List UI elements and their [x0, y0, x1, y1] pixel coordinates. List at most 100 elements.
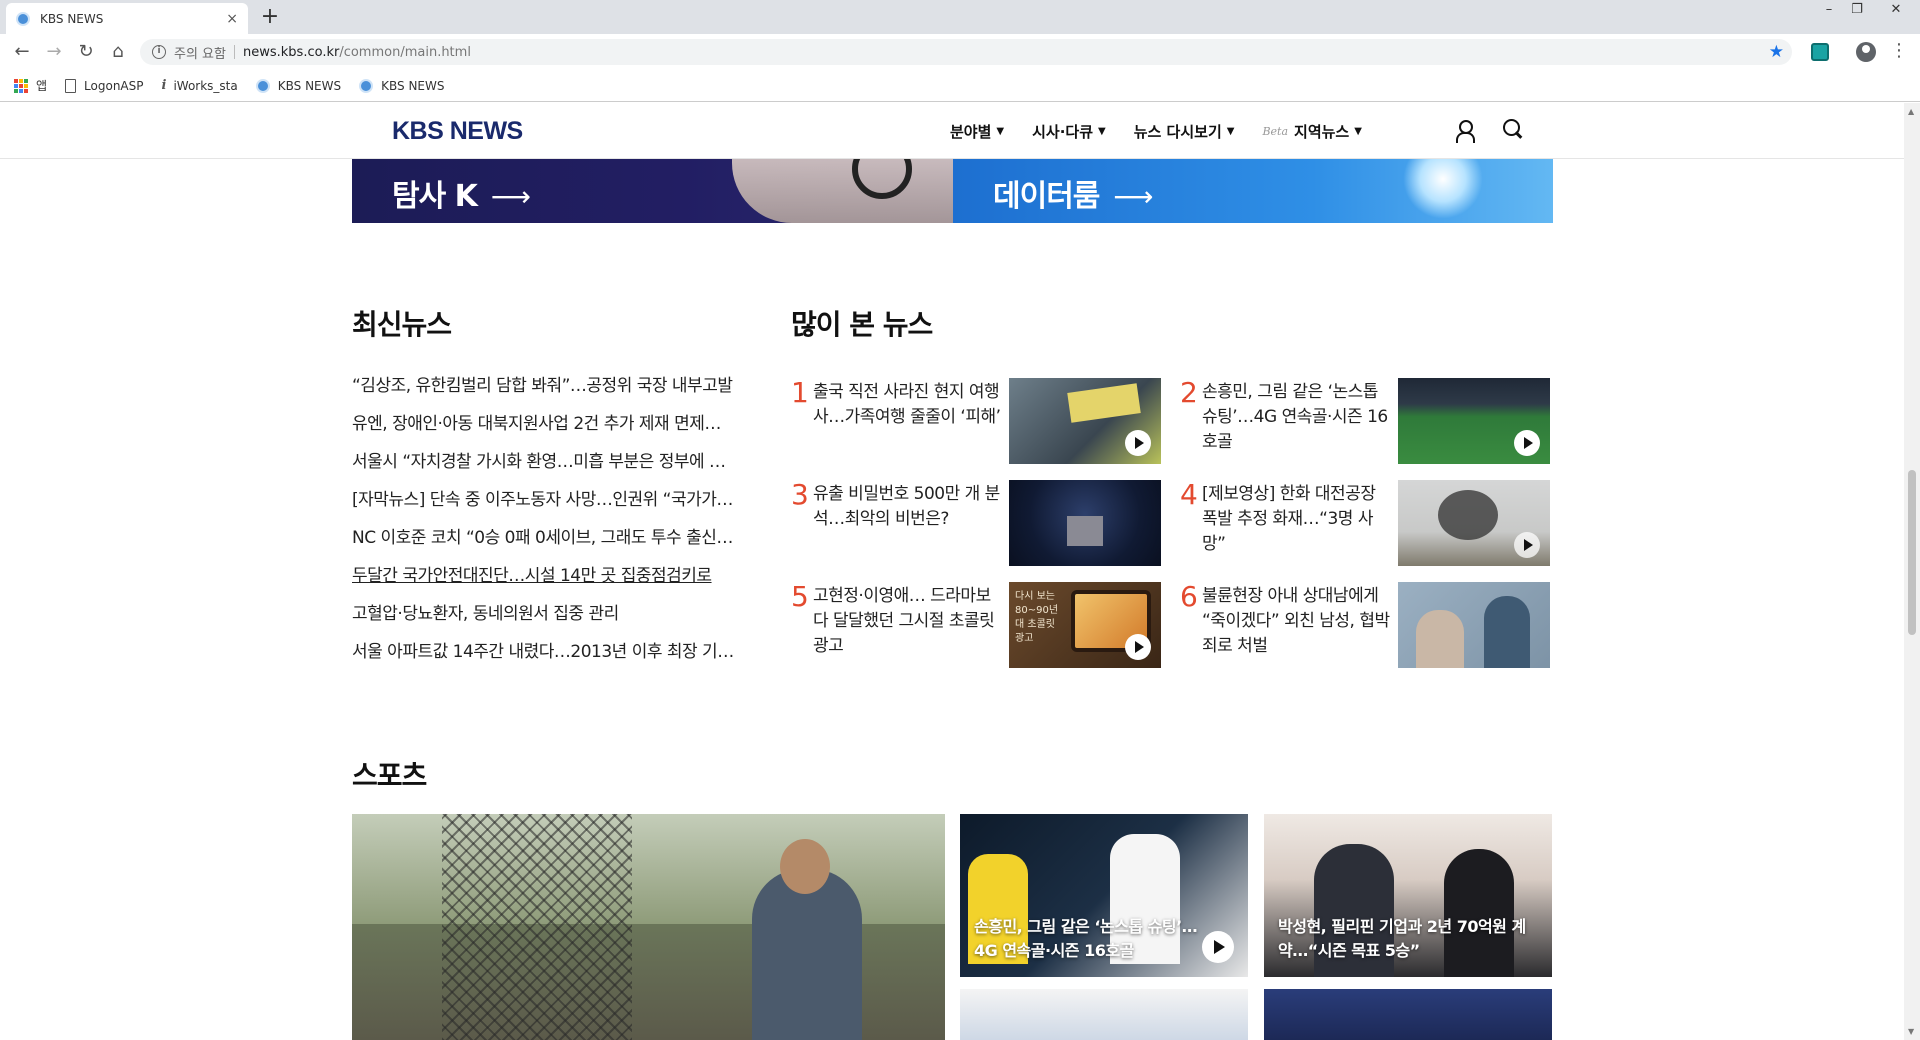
document-icon — [65, 78, 77, 93]
kbs-news-logo[interactable]: KBS NEWS — [392, 117, 523, 146]
headline: 서울시 “자치경찰 가시화 환영…미흡 부분은 정부에 … — [352, 452, 726, 472]
search-icon[interactable] — [1503, 119, 1525, 141]
news-thumbnail[interactable] — [1398, 480, 1550, 566]
phone-screen-image — [1067, 383, 1141, 423]
rank-number: 4 — [1180, 478, 1198, 511]
headline: NC 이호준 코치 “0승 0패 0세이브, 그래도 투수 출신… — [352, 528, 733, 548]
popular-item-3[interactable]: 3 유출 비밀번호 500만 개 분석…최악의 비번은? — [791, 480, 1171, 566]
globe-icon — [255, 78, 270, 93]
beta-badge: Beta — [1262, 125, 1289, 138]
batting-net-image — [442, 814, 632, 1040]
address-bar[interactable]: i 주의 요함 news.kbs.co.kr /common/main.html… — [140, 39, 1792, 65]
sports-card-2[interactable]: 박성현, 필리핀 기업과 2년 70억원 계약…“시즌 목표 5승” — [1264, 814, 1552, 977]
player-head-image — [780, 839, 830, 894]
caret-down-icon: ▼ — [1098, 126, 1106, 137]
news-thumbnail[interactable] — [1398, 378, 1550, 464]
new-tab-button[interactable]: + — [258, 5, 282, 29]
popular-item-5[interactable]: 5 고현정·이영애… 드라마보다 달달했던 그시절 초콜릿 광고 다시 보는 8… — [791, 582, 1171, 668]
play-icon[interactable] — [1202, 931, 1234, 963]
info-icon[interactable]: i — [152, 45, 166, 59]
player-image — [752, 869, 862, 1040]
sports-main-photo[interactable] — [352, 814, 945, 1040]
list-item[interactable]: 서울 아파트값 14주간 내렸다…2013년 이후 최장 기… — [352, 633, 752, 671]
minimize-icon[interactable]: – — [1815, 0, 1843, 20]
bookmark-star-icon[interactable]: ★ — [1769, 42, 1784, 62]
apps-grid-icon — [14, 78, 28, 93]
latest-news-title: 최신뉴스 — [352, 308, 452, 341]
browser-menu-icon[interactable]: ⋮ — [1890, 40, 1908, 61]
browser-tab-strip: KBS NEWS × + – ❐ ✕ — [0, 0, 1920, 34]
bookmark-label: iWorks_sta — [173, 78, 238, 93]
news-thumbnail[interactable] — [1009, 480, 1161, 566]
sports-title: 스포츠 — [352, 759, 427, 792]
rank-number: 3 — [791, 478, 809, 511]
home-icon[interactable]: ⌂ — [106, 40, 130, 64]
reload-icon[interactable]: ↻ — [74, 40, 98, 64]
banner-title-text: 데이터룸 — [993, 179, 1100, 214]
play-icon[interactable] — [1514, 430, 1540, 456]
card-caption: 손흥민, 그림 같은 ‘논스톱 슈팅’…4G 연속골·시즌 16호골 — [974, 917, 1198, 960]
nav-item-category[interactable]: 분야별 ▼ — [950, 121, 1004, 142]
news-thumbnail[interactable] — [1009, 378, 1161, 464]
tab-close-icon[interactable]: × — [226, 11, 238, 27]
scroll-down-icon[interactable]: ▼ — [1908, 1027, 1914, 1036]
sports-card-1[interactable]: 손흥민, 그림 같은 ‘논스톱 슈팅’…4G 연속골·시즌 16호골 — [960, 814, 1248, 977]
security-warning[interactable]: 주의 요함 — [174, 43, 226, 62]
list-item[interactable]: 두달간 국가안전대진단…시설 14만 곳 집중점검키로 — [352, 557, 752, 595]
bookmark-kbs-news-2[interactable]: KBS NEWS — [359, 78, 445, 93]
list-item[interactable]: NC 이호준 코치 “0승 0패 0세이브, 그래도 투수 출신… — [352, 519, 752, 557]
nav-item-docu[interactable]: 시사·다큐 ▼ — [1032, 121, 1106, 142]
news-thumbnail[interactable] — [1398, 582, 1550, 668]
laptop-image — [1067, 516, 1103, 546]
caret-down-icon: ▼ — [1354, 126, 1362, 137]
list-item[interactable]: 고혈압·당뇨환자, 동네의원서 집중 관리 — [352, 595, 752, 633]
illustration-person-icon — [1484, 596, 1530, 668]
popular-item-6[interactable]: 6 불륜현장 아내 상대남에게 “죽이겠다” 외친 남성, 협박죄로 처벌 — [1180, 582, 1560, 668]
list-item[interactable]: [자막뉴스] 단속 중 이주노동자 사망…인권위 “국가가… — [352, 481, 752, 519]
play-icon[interactable] — [1514, 532, 1540, 558]
popular-item-4[interactable]: 4 [제보영상] 한화 대전공장 폭발 추정 화재…“3명 사망” — [1180, 480, 1560, 566]
play-icon[interactable] — [1125, 430, 1151, 456]
list-item[interactable]: 서울시 “자치경찰 가시화 환영…미흡 부분은 정부에 … — [352, 443, 752, 481]
illustration-person-icon — [1416, 610, 1464, 668]
news-thumbnail[interactable]: 다시 보는 80~90년대 초콜릿 광고 — [1009, 582, 1161, 668]
banner-title: 탐사 K ⟶ — [392, 171, 531, 215]
forward-icon[interactable]: → — [42, 40, 66, 64]
nav-item-local[interactable]: Beta 지역뉴스 ▼ — [1262, 121, 1361, 142]
scrollbar-thumb[interactable] — [1908, 470, 1916, 635]
extension-icon[interactable] — [1811, 43, 1829, 61]
arrow-right-icon: ⟶ — [490, 180, 531, 213]
dataroom-banner[interactable]: 데이터룸 ⟶ — [953, 159, 1553, 223]
nav-item-replay[interactable]: 뉴스 다시보기 ▼ — [1134, 121, 1235, 142]
bookmark-iworks[interactable]: i iWorks_sta — [162, 78, 238, 93]
bookmark-logonasp[interactable]: LogonASP — [65, 78, 144, 93]
sports-card-4[interactable] — [1264, 989, 1552, 1040]
site-header: KBS NEWS 분야별 ▼ 시사·다큐 ▼ 뉴스 다시보기 ▼ Beta 지역뉴스 ▼ — [0, 103, 1904, 159]
browser-tab[interactable]: KBS NEWS × — [6, 3, 248, 34]
account-icon[interactable] — [1856, 42, 1876, 62]
page-scrollbar[interactable]: ▲ ▼ — [1904, 103, 1920, 1040]
bookmark-kbs-news-1[interactable]: KBS NEWS — [255, 78, 341, 93]
list-item[interactable]: 유엔, 장애인·아동 대북지원사업 2건 추가 제재 면제… — [352, 405, 752, 443]
bookmarks-bar: 앱 LogonASP i iWorks_sta KBS NEWS KBS NEW… — [0, 70, 1920, 102]
banner-hand-image — [732, 159, 953, 223]
user-icon[interactable] — [1455, 120, 1475, 143]
popular-item-1[interactable]: 1 출국 직전 사라진 현지 여행사…가족여행 줄줄이 ‘피해’ — [791, 378, 1171, 464]
scroll-up-icon[interactable]: ▲ — [1908, 107, 1914, 116]
caret-down-icon: ▼ — [1226, 126, 1235, 137]
list-item[interactable]: “김상조, 유한킴벌리 담합 봐줘”…공정위 국장 내부고발 — [352, 367, 752, 405]
nav-label: 지역뉴스 — [1294, 123, 1350, 141]
play-icon[interactable] — [1125, 634, 1151, 660]
bookmark-label: 앱 — [36, 79, 48, 93]
close-window-icon[interactable]: ✕ — [1882, 0, 1910, 20]
sports-card-3[interactable] — [960, 989, 1248, 1040]
headline: 두달간 국가안전대진단…시설 14만 곳 집중점검키로 — [352, 566, 712, 586]
rank-number: 2 — [1180, 376, 1198, 409]
nav-label: 뉴스 다시보기 — [1133, 123, 1222, 141]
restore-icon[interactable]: ❐ — [1843, 0, 1871, 20]
back-icon[interactable]: ← — [10, 40, 34, 64]
tamsa-k-banner[interactable]: 탐사 K ⟶ — [352, 159, 953, 223]
bookmark-apps[interactable]: 앱 — [14, 77, 47, 94]
headline: 출국 직전 사라진 현지 여행사…가족여행 줄줄이 ‘피해’ — [813, 382, 1001, 427]
popular-item-2[interactable]: 2 손흥민, 그림 같은 ‘논스톱 슈팅’…4G 연속골·시즌 16호골 — [1180, 378, 1560, 464]
